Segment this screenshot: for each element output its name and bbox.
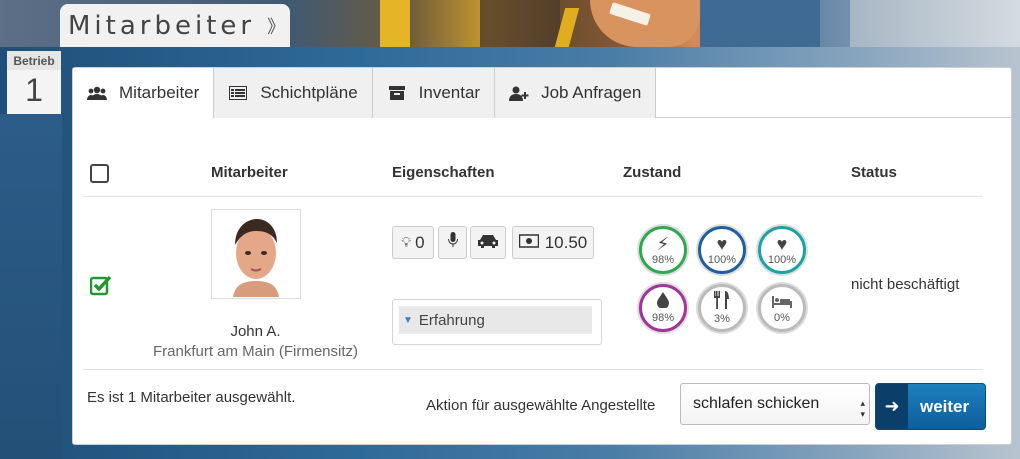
lightbulb-icon: 💡︎ bbox=[401, 234, 412, 250]
select-all-checkbox[interactable] bbox=[90, 164, 109, 183]
page-title: Mitarbeiter bbox=[68, 10, 256, 41]
double-chevron-down-icon[interactable]: 》 bbox=[267, 13, 285, 39]
mood-gauge: ♥ 100% bbox=[698, 226, 746, 274]
microphone-chip bbox=[438, 226, 467, 259]
experience-box: ▼ Erfahrung bbox=[392, 299, 602, 345]
health-value: 100% bbox=[767, 254, 797, 266]
salary-chip: 10.50 bbox=[512, 226, 594, 259]
action-select-value: schlafen schicken bbox=[693, 395, 820, 412]
heartbeat-icon: ♥ bbox=[776, 234, 788, 254]
idea-count: 0 bbox=[415, 232, 425, 252]
sleep-value: 0% bbox=[774, 312, 790, 324]
drop-icon bbox=[657, 292, 669, 312]
users-icon bbox=[87, 85, 107, 101]
hunger-gauge: 3% bbox=[698, 284, 746, 332]
submit-button[interactable]: ➜ weiter bbox=[875, 383, 986, 430]
tab-label: Mitarbeiter bbox=[119, 83, 200, 102]
betrieb-number: 1 bbox=[25, 72, 43, 108]
sleep-gauge: 0% bbox=[758, 284, 806, 332]
page-title-tab[interactable]: Mitarbeiter 》 bbox=[60, 4, 290, 47]
bed-icon bbox=[772, 292, 792, 312]
list-icon bbox=[228, 86, 248, 100]
betrieb-selector[interactable]: Betrieb 1 bbox=[7, 51, 61, 114]
energy-value: 98% bbox=[651, 254, 675, 266]
mood-value: 100% bbox=[707, 254, 737, 266]
hygiene-gauge: 98% bbox=[639, 284, 687, 332]
archive-icon bbox=[387, 86, 407, 100]
heart-icon: ♥ bbox=[716, 234, 728, 254]
betrieb-label: Betrieb bbox=[7, 51, 61, 70]
cutlery-icon bbox=[714, 291, 730, 313]
health-gauge: ♥ 100% bbox=[758, 226, 806, 274]
idea-chip: 💡︎ 0 bbox=[392, 226, 434, 259]
user-plus-icon bbox=[509, 85, 529, 101]
action-label: Aktion für ausgewählte Angestellte bbox=[426, 397, 656, 414]
column-header-properties: Eigenschaften bbox=[392, 164, 495, 181]
tab-schichtplaene[interactable]: Schichtpläne bbox=[214, 68, 373, 118]
employee-name: John A. bbox=[230, 323, 281, 340]
hygiene-value: 98% bbox=[651, 312, 675, 324]
row-checkbox-checked[interactable] bbox=[89, 274, 112, 296]
tab-label: Inventar bbox=[418, 83, 481, 102]
lightning-icon: ⚡︎ bbox=[656, 234, 670, 254]
tab-label: Schichtpläne bbox=[260, 83, 358, 102]
tab-label: Job Anfragen bbox=[541, 83, 642, 102]
caret-down-icon: ▼ bbox=[403, 314, 413, 326]
employee-panel: Mitarbeiter Schichtpläne Inventar Job An… bbox=[72, 67, 1012, 445]
money-icon bbox=[518, 233, 539, 253]
car-chip bbox=[470, 226, 506, 259]
arrow-right-icon: ➜ bbox=[876, 384, 908, 429]
car-icon bbox=[477, 233, 499, 253]
energy-gauge: ⚡︎ 98% bbox=[639, 226, 687, 274]
footer-divider bbox=[83, 369, 983, 370]
tab-job-anfragen[interactable]: Job Anfragen bbox=[495, 68, 657, 118]
selection-count-text: Es ist 1 Mitarbeiter ausgewählt. bbox=[87, 389, 296, 406]
tab-inventar[interactable]: Inventar bbox=[372, 68, 496, 118]
action-select[interactable]: schlafen schicken ▴ ▾ bbox=[680, 383, 870, 425]
experience-toggle[interactable]: ▼ Erfahrung bbox=[399, 306, 592, 334]
submit-label: weiter bbox=[920, 396, 970, 416]
column-header-condition: Zustand bbox=[623, 164, 682, 181]
left-background bbox=[0, 114, 62, 459]
microphone-icon bbox=[447, 232, 458, 253]
employee-location: Frankfurt am Main (Firmensitz) bbox=[152, 343, 359, 360]
tab-bar: Mitarbeiter Schichtpläne Inventar Job An… bbox=[73, 68, 1011, 119]
select-arrow-icon: ▴ ▾ bbox=[860, 398, 865, 419]
hunger-value: 3% bbox=[714, 313, 730, 325]
column-header-status: Status bbox=[851, 164, 897, 181]
column-header-employee: Mitarbeiter bbox=[211, 164, 288, 181]
employee-avatar bbox=[211, 209, 301, 299]
experience-label: Erfahrung bbox=[418, 311, 485, 329]
salary-value: 10.50 bbox=[544, 232, 588, 252]
tab-mitarbeiter[interactable]: Mitarbeiter bbox=[73, 68, 215, 119]
employee-status: nicht beschäftigt bbox=[851, 276, 960, 293]
header-divider bbox=[83, 196, 983, 197]
